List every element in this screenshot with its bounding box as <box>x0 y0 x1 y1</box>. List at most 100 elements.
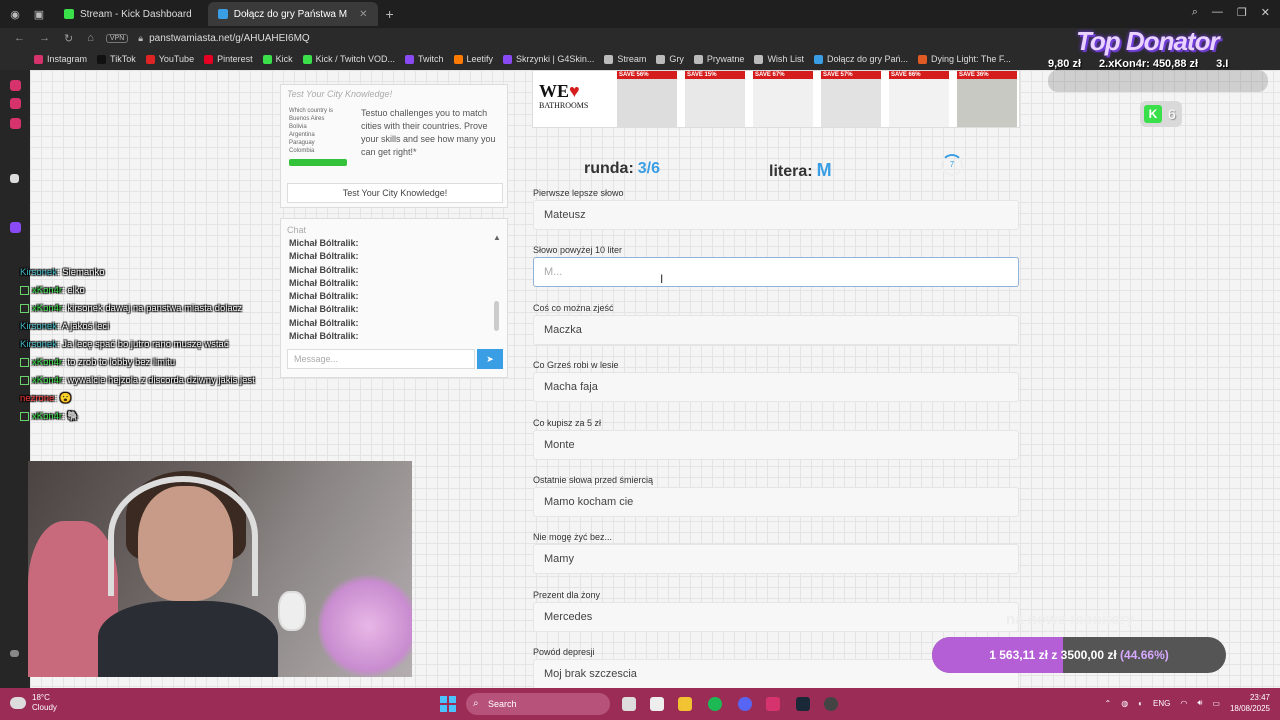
bookmark-item[interactable]: Dołącz do gry Pań... <box>813 54 908 64</box>
chat-username: Kirsonek <box>20 267 57 278</box>
tray-app-icon[interactable]: ◍ <box>1121 699 1128 708</box>
url-field[interactable]: panstwamiasta.net/g/AHUAHEI6MQ <box>149 33 310 44</box>
minimize-icon[interactable]: — <box>1212 6 1223 19</box>
tab-label: Stream - Kick Dashboard <box>80 8 192 20</box>
bookmark-item[interactable]: Dying Light: The F... <box>918 54 1011 64</box>
tray-app-icon[interactable]: ◐ <box>1138 699 1143 708</box>
maximize-icon[interactable]: ❐ <box>1237 6 1247 19</box>
scroll-thumb[interactable] <box>494 301 499 331</box>
bookmark-item[interactable]: Kick / Twitch VOD... <box>302 54 395 64</box>
answer-input[interactable]: Maczka <box>533 314 1019 345</box>
lock-icon[interactable]: 🔒︎ <box>138 33 143 44</box>
bookmark-item[interactable]: Kick <box>262 54 293 64</box>
send-icon: ➤ <box>486 354 494 364</box>
language-indicator[interactable]: ENG <box>1153 699 1170 708</box>
bookmark-label: Skrzynki | G4Skin... <box>516 54 595 64</box>
heart-icon: ♥ <box>569 81 580 101</box>
stream-chat-message: xKon4r: to zrob to lobby bez limitu <box>20 354 280 372</box>
tab-label: Dołącz do gry Państwa M <box>233 8 348 20</box>
answer-input[interactable]: Mercedes <box>533 601 1019 632</box>
stream-chat-overlay: Kirsonek: Siemanko xKon4r: elko xKon4r: ki… <box>20 264 280 426</box>
bookmark-icon <box>97 54 107 64</box>
instagram-icon[interactable] <box>10 98 21 109</box>
answer-input[interactable]: Macha faja <box>533 372 1019 403</box>
chat-username: xKon4r <box>32 375 63 386</box>
ad-button[interactable]: Test Your City Knowledge! <box>287 183 503 203</box>
forward-icon[interactable]: → <box>39 32 50 44</box>
tab-actions-icon[interactable]: ▣ <box>30 5 48 23</box>
stream-chat-message: xKon4r: wywalcie hejzola z discorda dziw… <box>20 372 280 390</box>
close-tab-icon[interactable]: ✕ <box>359 9 367 20</box>
stream-chat-message: Kirsonek: Siemanko <box>20 264 280 282</box>
answer-input[interactable]: Mamo kocham cie <box>533 487 1019 517</box>
task-view-icon[interactable] <box>622 697 636 711</box>
cloud-icon <box>10 697 26 709</box>
bookmark-item[interactable]: Stream <box>604 54 646 64</box>
answer-input[interactable]: Mamy <box>533 544 1019 575</box>
ad-banner[interactable]: WE♥ BATHROOMS SAVE 56% SAVE 15% SAVE 67%… <box>532 70 1020 128</box>
bookmark-item[interactable]: Gry <box>656 54 684 64</box>
gx-icon[interactable] <box>10 650 19 657</box>
bookmark-item[interactable]: Leetify <box>453 54 493 64</box>
bookmark-item[interactable]: Wish List <box>754 54 804 64</box>
bookmark-item[interactable]: Pinterest <box>204 54 253 64</box>
letter-indicator: litera: M <box>769 160 832 181</box>
search-tabs-icon[interactable]: ⌕ <box>1192 6 1198 19</box>
chat-message: Michał Bóltralik: <box>289 317 359 328</box>
bookmark-item[interactable]: Instagram <box>34 54 87 64</box>
discord-icon[interactable] <box>738 697 752 711</box>
clock[interactable]: 23:47 18/08/2025 <box>1230 692 1270 714</box>
save-label: SAVE 56% <box>617 71 677 79</box>
stream-chat-message: Kirsonek: A jakoś leci <box>20 318 280 336</box>
goal-percent: (44.66%) <box>1120 648 1169 662</box>
bookmark-item[interactable]: YouTube <box>145 54 194 64</box>
close-window-icon[interactable]: ✕ <box>1261 6 1270 19</box>
store-icon[interactable] <box>650 697 664 711</box>
chat-scrollbar[interactable]: ▲ <box>493 233 501 339</box>
player-icon[interactable] <box>10 118 21 129</box>
answer-input[interactable]: M... <box>533 257 1019 288</box>
tool-icon[interactable] <box>10 174 19 183</box>
profile-icon[interactable]: ◉ <box>6 5 24 23</box>
bookmark-icon <box>204 54 214 64</box>
bookmark-item[interactable]: Twitch <box>404 54 444 64</box>
volume-icon[interactable]: 🔊︎ <box>1197 698 1202 708</box>
messenger-icon[interactable] <box>10 80 21 91</box>
obs-icon[interactable] <box>824 697 838 711</box>
answer-input[interactable]: Monte <box>533 429 1019 460</box>
start-button[interactable] <box>440 696 456 712</box>
bookmark-item[interactable]: TikTok <box>97 54 136 64</box>
answer-input[interactable]: Mateusz <box>533 200 1019 230</box>
bookmark-item[interactable]: Skrzynki | G4Skin... <box>503 54 594 64</box>
steam-icon[interactable] <box>796 697 810 711</box>
tab-kick-dashboard[interactable]: Stream - Kick Dashboard <box>54 2 202 26</box>
back-icon[interactable]: ← <box>14 32 25 44</box>
chat-text: : 🐘 <box>62 411 80 422</box>
taskbar-search[interactable]: ⌕ Search <box>466 693 610 715</box>
new-tab-button[interactable]: + <box>386 6 394 22</box>
ad-mini-option: Argentina <box>289 132 315 138</box>
bookmark-item[interactable]: Prywatne <box>693 54 744 64</box>
bookmark-icon <box>453 54 463 64</box>
send-message-button[interactable]: ➤ <box>477 349 503 369</box>
home-icon[interactable]: ⌂ <box>87 32 94 44</box>
stream-chat-message: xKon4r: kirsonek dawaj na panstwa miasta… <box>20 300 280 318</box>
vpn-badge[interactable]: VPN <box>105 33 129 43</box>
battery-icon[interactable]: ▭ <box>1212 699 1220 708</box>
bookmark-icon <box>918 54 927 64</box>
tab-panstwa-miasta[interactable]: Dołącz do gry Państwa M ✕ <box>207 2 378 26</box>
reload-icon[interactable]: ↻ <box>64 32 73 45</box>
opera-gx-icon[interactable] <box>766 697 780 711</box>
ad-mini-quiz[interactable]: Which country is Buenos Aires Bolivia Ar… <box>289 107 351 177</box>
chevron-up-icon[interactable]: ⌃ <box>1104 699 1111 708</box>
system-tray: ⌃ ◍ ◐ ENG ◠ 🔊︎ ▭ 23:47 18/08/2025 <box>1104 692 1270 714</box>
chat-message-input[interactable]: Message... <box>287 349 475 369</box>
wifi-icon[interactable]: ◠ <box>1180 699 1187 708</box>
subscriber-badge-icon <box>20 411 29 421</box>
spotify-icon[interactable] <box>708 697 722 711</box>
weather-widget[interactable]: 18°C Cloudy <box>10 693 57 713</box>
file-explorer-icon[interactable] <box>678 697 692 711</box>
ad-box: Test Your City Knowledge! Which country … <box>280 84 508 208</box>
twitch-icon[interactable] <box>10 222 21 233</box>
scroll-up-icon[interactable]: ▲ <box>493 233 501 242</box>
